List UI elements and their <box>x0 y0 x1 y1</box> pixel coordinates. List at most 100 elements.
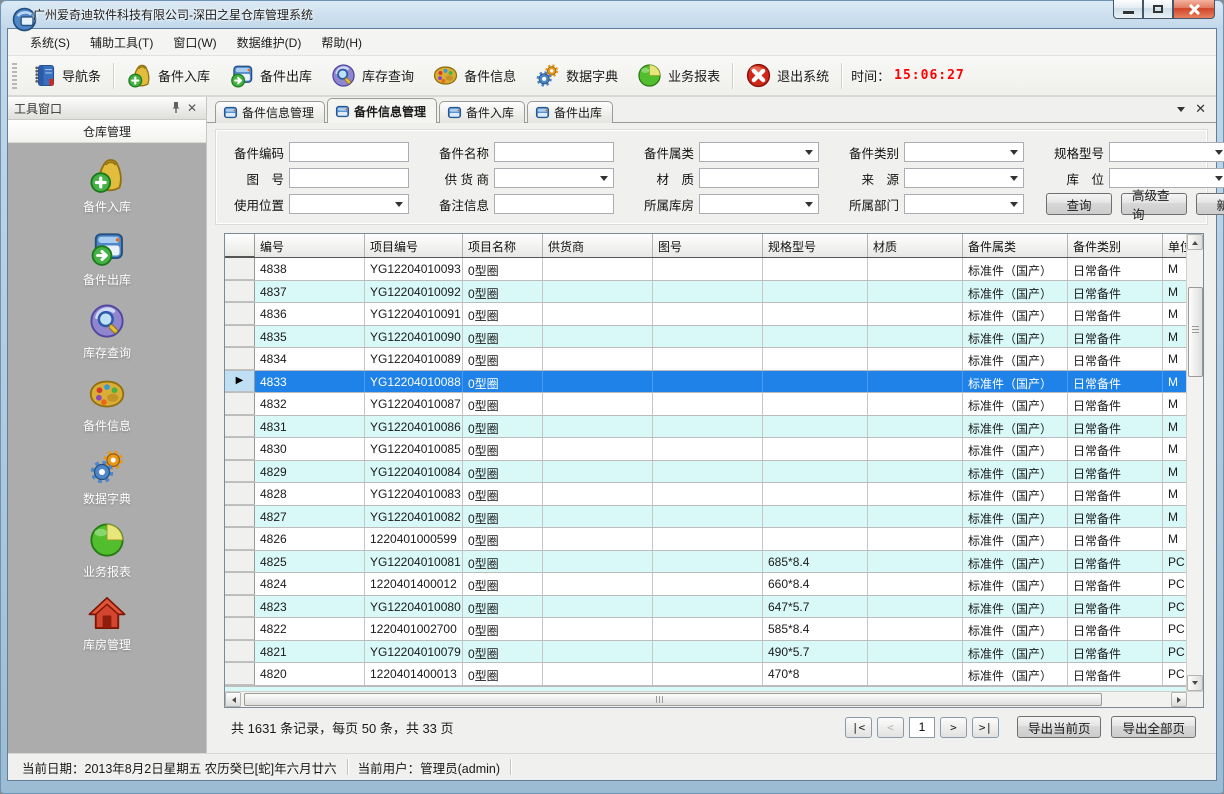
first-page-button[interactable]: |< <box>845 717 872 738</box>
table-row[interactable]: 482212204010027000型圈585*8.4标准件（国产）日常备件PC <box>225 618 1186 641</box>
table-row[interactable]: 4830YG122040100850型圈标准件（国产）日常备件M <box>225 438 1186 461</box>
row-selector[interactable] <box>225 438 255 460</box>
close-button[interactable] <box>1173 0 1215 19</box>
vertical-scroll-thumb[interactable] <box>1188 287 1203 377</box>
sidebar-item-gears[interactable]: 数据字典 <box>83 447 131 507</box>
source-select[interactable] <box>904 168 1024 188</box>
menu-item[interactable]: 系统(S) <box>20 30 80 55</box>
toolbar-button-palette[interactable]: 备件信息 <box>423 59 525 92</box>
export-current-page-button[interactable]: 导出当前页 <box>1017 716 1102 738</box>
menu-item[interactable]: 窗口(W) <box>163 30 226 55</box>
menu-item[interactable]: 辅助工具(T) <box>80 30 163 55</box>
row-selector[interactable]: ▶ <box>225 371 255 393</box>
warehouse-select[interactable] <box>699 194 819 214</box>
row-selector[interactable] <box>225 528 255 550</box>
next-page-button[interactable]: > <box>940 717 967 738</box>
row-selector[interactable] <box>225 483 255 505</box>
tab-list-dropdown-icon[interactable] <box>1177 107 1185 116</box>
scroll-right-button[interactable] <box>1171 692 1187 707</box>
table-row[interactable]: 4831YG122040100860型圈标准件（国产）日常备件M <box>225 416 1186 439</box>
column-header-unit[interactable]: 单位 <box>1163 234 1186 257</box>
scroll-left-button[interactable] <box>225 692 241 707</box>
material-input[interactable] <box>699 168 819 188</box>
sidebar-item-palette[interactable]: 备件信息 <box>83 374 131 434</box>
supplier-select[interactable] <box>494 168 614 188</box>
table-row[interactable]: 482612204010005990型圈标准件（国产）日常备件M <box>225 528 1186 551</box>
toolbar-button-exit[interactable]: 退出系统 <box>736 59 838 92</box>
tab-close-icon[interactable]: ✕ <box>1195 101 1206 117</box>
export-all-pages-button[interactable]: 导出全部页 <box>1111 716 1196 738</box>
column-header-spec[interactable]: 规格型号 <box>763 234 868 257</box>
scroll-down-button[interactable] <box>1187 675 1203 691</box>
row-selector[interactable] <box>225 258 255 280</box>
row-selector[interactable] <box>225 281 255 303</box>
row-selector[interactable] <box>225 393 255 415</box>
table-row[interactable]: 4835YG122040100900型圈标准件（国产）日常备件M <box>225 326 1186 349</box>
toolbar-grip[interactable] <box>12 63 17 89</box>
prev-page-button[interactable]: < <box>877 717 904 738</box>
tab-2[interactable]: 备件入库 <box>439 101 525 123</box>
toolbar-button-window-out[interactable]: 备件出库 <box>219 59 321 92</box>
table-row[interactable]: 4838YG122040100930型圈标准件（国产）日常备件M <box>225 258 1186 281</box>
sidebar-item-bag-in[interactable]: 备件入库 <box>83 155 131 215</box>
table-row[interactable]: ▶4833YG122040100880型圈标准件（国产）日常备件M <box>225 371 1186 394</box>
sidebar-close-icon[interactable]: ✕ <box>184 100 200 116</box>
column-header-material[interactable]: 材质 <box>868 234 963 257</box>
column-header-type[interactable]: 备件类别 <box>1068 234 1163 257</box>
part-code-input[interactable] <box>289 142 409 162</box>
department-select[interactable] <box>904 194 1024 214</box>
sidebar-group-header[interactable]: 仓库管理 <box>8 120 206 143</box>
row-selector[interactable] <box>225 461 255 483</box>
table-row[interactable]: 4836YG122040100910型圈标准件（国产）日常备件M <box>225 303 1186 326</box>
tab-3[interactable]: 备件出库 <box>527 101 613 123</box>
row-selector[interactable] <box>225 551 255 573</box>
row-selector[interactable] <box>225 641 255 663</box>
toolbar-button-notebook[interactable]: 导航条 <box>21 59 110 92</box>
drawing-no-input[interactable] <box>289 168 409 188</box>
column-header-category[interactable]: 备件属类 <box>963 234 1068 257</box>
table-row[interactable]: 4828YG122040100830型圈标准件（国产）日常备件M <box>225 483 1186 506</box>
sidebar-item-search-stock[interactable]: 库存查询 <box>83 301 131 361</box>
sidebar-item-house[interactable]: 库房管理 <box>83 593 131 653</box>
row-selector[interactable] <box>225 663 255 685</box>
remark-input[interactable] <box>494 194 614 214</box>
horizontal-scrollbar[interactable] <box>225 692 1187 707</box>
usage-location-select[interactable] <box>289 194 409 214</box>
toolbar-button-gears[interactable]: 数据字典 <box>525 59 627 92</box>
table-row[interactable]: 4837YG122040100920型圈标准件（国产）日常备件M <box>225 281 1186 304</box>
table-row[interactable]: 4825YG122040100810型圈685*8.4标准件（国产）日常备件PC <box>225 551 1186 574</box>
sidebar-item-pie-report[interactable]: 业务报表 <box>83 520 131 580</box>
row-selector[interactable] <box>225 596 255 618</box>
column-header-num[interactable]: 编号 <box>255 234 365 257</box>
table-row[interactable]: 4827YG122040100820型圈标准件（国产）日常备件M <box>225 506 1186 529</box>
scroll-up-button[interactable] <box>1187 234 1203 250</box>
table-row[interactable]: 482412204014000120型圈660*8.4标准件（国产）日常备件PC <box>225 573 1186 596</box>
tab-1-active[interactable]: 备件信息管理 <box>327 98 437 123</box>
sidebar-item-window-out[interactable]: 备件出库 <box>83 228 131 288</box>
tab-0[interactable]: 备件信息管理 <box>215 101 325 123</box>
part-category-select[interactable] <box>699 142 819 162</box>
table-row[interactable]: 4821YG122040100790型圈490*5.7标准件（国产）日常备件PC <box>225 641 1186 664</box>
horizontal-scroll-thumb[interactable] <box>244 693 1102 706</box>
minimize-button[interactable] <box>1113 0 1143 19</box>
row-selector[interactable] <box>225 618 255 640</box>
column-header-proj_no[interactable]: 项目编号 <box>365 234 463 257</box>
table-row[interactable]: 482012204014000130型圈470*8标准件（国产）日常备件PC <box>225 663 1186 686</box>
toolbar-button-pie-report[interactable]: 业务报表 <box>627 59 729 92</box>
table-row[interactable]: 4823YG122040100800型圈647*5.7标准件（国产）日常备件PC <box>225 596 1186 619</box>
part-name-input[interactable] <box>494 142 614 162</box>
table-row[interactable]: 4829YG122040100840型圈标准件（国产）日常备件M <box>225 461 1186 484</box>
vertical-scrollbar[interactable] <box>1186 234 1203 691</box>
row-selector[interactable] <box>225 348 255 370</box>
column-header-supplier[interactable]: 供货商 <box>543 234 653 257</box>
advanced-query-button[interactable]: 高级查询 <box>1121 193 1187 215</box>
last-page-button[interactable]: >| <box>972 717 999 738</box>
row-selector[interactable] <box>225 416 255 438</box>
pin-icon[interactable] <box>168 100 184 116</box>
menu-item[interactable]: 帮助(H) <box>311 30 372 55</box>
table-row[interactable]: 4832YG122040100870型圈标准件（国产）日常备件M <box>225 393 1186 416</box>
toolbar-button-search-stock[interactable]: 库存查询 <box>321 59 423 92</box>
page-input[interactable] <box>909 717 935 738</box>
row-selector[interactable] <box>225 303 255 325</box>
row-selector[interactable] <box>225 326 255 348</box>
